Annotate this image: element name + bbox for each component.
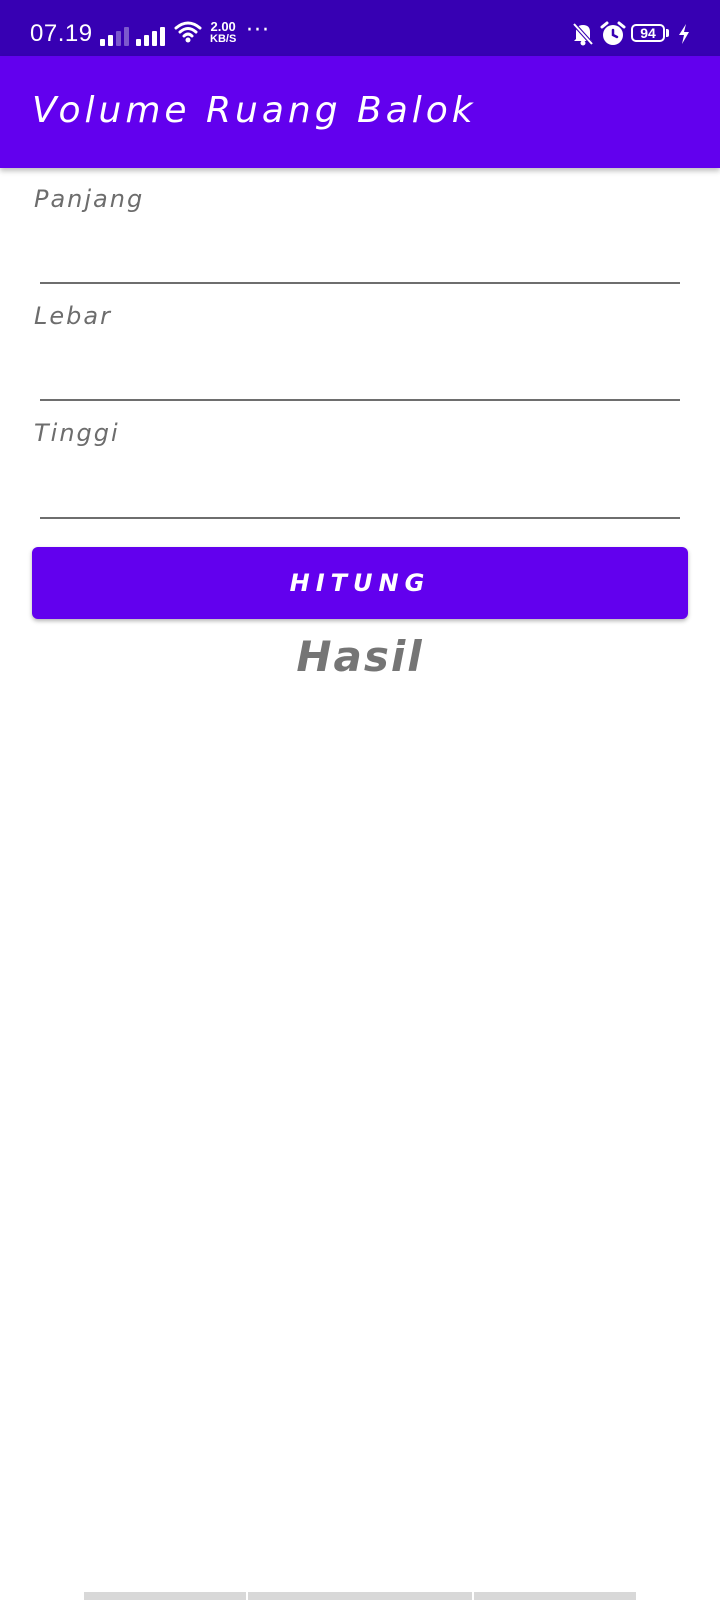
app-title: Volume Ruang Balok <box>32 90 477 131</box>
tinggi-input[interactable] <box>40 471 680 519</box>
nav-gesture-hint <box>474 1592 636 1600</box>
battery-cap <box>666 29 669 37</box>
charging-bolt-icon <box>679 24 689 44</box>
tinggi-label: Tinggi <box>34 419 120 447</box>
bell-off-icon <box>572 22 594 46</box>
more-notifications-icon: ··· <box>246 18 270 43</box>
nav-gesture-hint <box>248 1592 472 1600</box>
network-speed: 2.00 KB/S <box>210 19 237 45</box>
result-text: Hasil <box>296 632 424 681</box>
hitung-button[interactable]: HITUNG <box>32 547 688 619</box>
panjang-input[interactable] <box>40 236 680 284</box>
status-time: 07.19 <box>30 20 93 47</box>
lebar-label: Lebar <box>34 302 112 330</box>
nav-gesture-hint <box>84 1592 246 1600</box>
alarm-icon <box>600 21 626 45</box>
panjang-label: Panjang <box>34 185 145 213</box>
network-speed-unit: KB/S <box>210 33 237 45</box>
wifi-icon <box>174 21 202 43</box>
signal-icon <box>136 22 166 46</box>
network-speed-value: 2.00 <box>210 19 236 34</box>
app-bar: Volume Ruang Balok <box>0 56 720 168</box>
lebar-input[interactable] <box>40 353 680 401</box>
status-bar: 07.19 2.00 KB/S ··· 94 <box>0 0 720 56</box>
battery-icon: 94 <box>631 24 665 42</box>
signal-icon <box>100 22 130 46</box>
